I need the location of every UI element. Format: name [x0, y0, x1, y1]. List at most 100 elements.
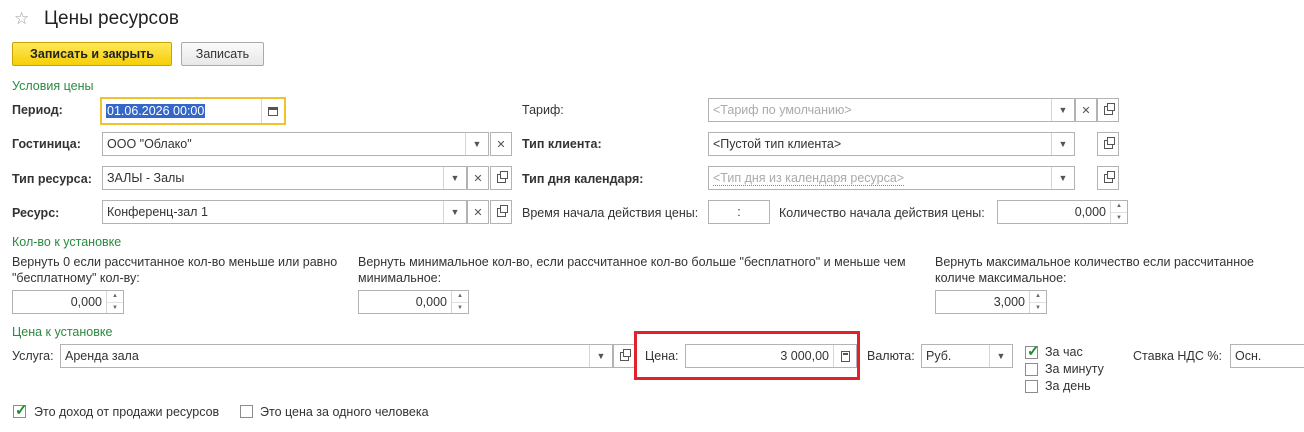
resource-type-clear-button[interactable]: ✕ — [467, 166, 489, 190]
save-and-close-button[interactable]: Записать и закрыть — [12, 42, 172, 66]
per-person-checkbox[interactable] — [240, 405, 253, 418]
service-label: Услуга: — [12, 349, 54, 363]
hotel-clear-button[interactable]: ✕ — [490, 132, 512, 156]
open-window-icon — [1103, 136, 1115, 149]
resource-type-value[interactable]: ЗАЛЫ - Залы — [103, 167, 443, 189]
dropdown-arrow-icon[interactable]: ▼ — [443, 167, 466, 189]
currency-field[interactable]: Руб. ▼ — [921, 344, 1013, 368]
spin-up-icon[interactable]: ▲ — [1030, 291, 1046, 302]
income-checkbox[interactable]: ✓ — [13, 402, 28, 419]
resource-value[interactable]: Конференц-зал 1 — [103, 201, 443, 223]
spin-up-icon[interactable]: ▲ — [107, 291, 123, 302]
open-window-icon — [496, 204, 508, 217]
tariff-clear-button[interactable]: ✕ — [1075, 98, 1097, 122]
qty-max-spinner[interactable]: ▲ ▼ — [1029, 291, 1046, 313]
calendar-icon[interactable] — [261, 99, 284, 123]
clear-x-icon: ✕ — [473, 172, 483, 185]
qty-max-value[interactable]: 3,000 — [936, 291, 1029, 313]
resource-type-field[interactable]: ЗАЛЫ - Залы ▼ — [102, 166, 467, 190]
spin-down-icon[interactable]: ▼ — [107, 301, 123, 314]
calendar-day-label: Тип дня календаря: — [522, 172, 644, 186]
hotel-value[interactable]: ООО "Облако" — [103, 133, 465, 155]
dropdown-arrow-icon[interactable]: ▼ — [589, 345, 612, 367]
vat-label: Ставка НДС %: — [1133, 349, 1222, 363]
section-quantity-title: Кол-во к установке — [12, 235, 122, 249]
per-hour-label[interactable]: За час — [1045, 345, 1083, 359]
qty-min-spinner[interactable]: ▲ ▼ — [451, 291, 468, 313]
vat-value[interactable]: Осн. — [1231, 345, 1304, 367]
dropdown-arrow-icon[interactable]: ▼ — [1051, 99, 1074, 121]
start-qty-spinner[interactable]: ▲ ▼ — [1110, 201, 1127, 223]
start-qty-label: Количество начала действия цены: — [779, 206, 985, 220]
open-window-icon — [496, 170, 508, 183]
qty-zero-spinner[interactable]: ▲ ▼ — [106, 291, 123, 313]
open-window-icon — [619, 348, 631, 361]
tariff-value[interactable]: <Тариф по умолчанию> — [709, 99, 1051, 121]
income-label[interactable]: Это доход от продажи ресурсов — [34, 405, 219, 419]
tariff-field[interactable]: <Тариф по умолчанию> ▼ — [708, 98, 1075, 122]
currency-label: Валюта: — [867, 349, 915, 363]
per-day-checkbox[interactable] — [1025, 380, 1038, 393]
dropdown-arrow-icon[interactable]: ▼ — [465, 133, 488, 155]
resource-type-label: Тип ресурса: — [12, 172, 92, 186]
per-minute-checkbox[interactable] — [1025, 363, 1038, 376]
spin-down-icon[interactable]: ▼ — [1111, 211, 1127, 224]
start-qty-field[interactable]: 0,000 ▲ ▼ — [997, 200, 1128, 224]
hotel-label: Гостиница: — [12, 137, 81, 151]
qty-max-field[interactable]: 3,000 ▲ ▼ — [935, 290, 1047, 314]
save-button[interactable]: Записать — [181, 42, 264, 66]
qty-zero-label: Вернуть 0 если рассчитанное кол-во меньш… — [12, 255, 338, 285]
start-qty-value[interactable]: 0,000 — [998, 201, 1110, 223]
page-title: Цены ресурсов — [44, 8, 179, 29]
resource-open-button[interactable] — [490, 200, 512, 224]
period-label: Период: — [12, 103, 63, 117]
spin-down-icon[interactable]: ▼ — [1030, 301, 1046, 314]
calendar-day-field[interactable]: <Тип дня из календаря ресурса> ▼ — [708, 166, 1075, 190]
spin-up-icon[interactable]: ▲ — [1111, 201, 1127, 212]
calendar-day-open-button[interactable] — [1097, 166, 1119, 190]
client-type-field[interactable]: <Пустой тип клиента> ▼ — [708, 132, 1075, 156]
clear-x-icon: ✕ — [496, 138, 506, 151]
resource-field[interactable]: Конференц-зал 1 ▼ — [102, 200, 467, 224]
start-time-field[interactable]: : — [708, 200, 770, 224]
start-time-value[interactable]: : — [709, 201, 769, 223]
qty-zero-value[interactable]: 0,000 — [13, 291, 106, 313]
qty-zero-field[interactable]: 0,000 ▲ ▼ — [12, 290, 124, 314]
qty-min-field[interactable]: 0,000 ▲ ▼ — [358, 290, 469, 314]
price-highlight-box — [634, 331, 860, 380]
calendar-day-value[interactable]: <Тип дня из календаря ресурса> — [713, 171, 905, 186]
period-value[interactable]: 01.06.2026 00:00 — [106, 104, 206, 118]
open-window-icon — [1103, 102, 1115, 115]
resource-type-open-button[interactable] — [490, 166, 512, 190]
service-value[interactable]: Аренда зала — [61, 345, 589, 367]
dropdown-arrow-icon[interactable]: ▼ — [1051, 133, 1074, 155]
service-field[interactable]: Аренда зала ▼ — [60, 344, 613, 368]
qty-min-value[interactable]: 0,000 — [359, 291, 451, 313]
qty-min-label: Вернуть минимальное кол-во, если рассчит… — [358, 255, 906, 285]
section-conditions-title: Условия цены — [12, 79, 94, 93]
client-type-open-button[interactable] — [1097, 132, 1119, 156]
per-day-label[interactable]: За день — [1045, 379, 1091, 393]
hotel-field[interactable]: ООО "Облако" ▼ — [102, 132, 489, 156]
resource-clear-button[interactable]: ✕ — [467, 200, 489, 224]
tariff-open-button[interactable] — [1097, 98, 1119, 122]
dropdown-arrow-icon[interactable]: ▼ — [443, 201, 466, 223]
start-time-label: Время начала действия цены: — [522, 206, 699, 220]
spin-down-icon[interactable]: ▼ — [452, 301, 468, 314]
service-open-button[interactable] — [613, 344, 635, 368]
per-hour-checkbox[interactable]: ✓ — [1025, 343, 1040, 360]
client-type-value[interactable]: <Пустой тип клиента> — [709, 133, 1051, 155]
currency-value[interactable]: Руб. — [922, 345, 989, 367]
period-field[interactable]: 01.06.2026 00:00 — [100, 97, 286, 125]
resource-label: Ресурс: — [12, 206, 60, 220]
vat-field[interactable]: Осн. — [1230, 344, 1304, 368]
tariff-label: Тариф: — [522, 103, 564, 117]
per-person-label[interactable]: Это цена за одного человека — [260, 405, 429, 419]
per-minute-label[interactable]: За минуту — [1045, 362, 1104, 376]
checkmark-icon: ✓ — [1027, 343, 1040, 360]
dropdown-arrow-icon[interactable]: ▼ — [989, 345, 1012, 367]
favorite-star-icon[interactable]: ☆ — [14, 9, 29, 29]
clear-x-icon: ✕ — [1081, 104, 1091, 117]
spin-up-icon[interactable]: ▲ — [452, 291, 468, 302]
dropdown-arrow-icon[interactable]: ▼ — [1051, 167, 1074, 189]
